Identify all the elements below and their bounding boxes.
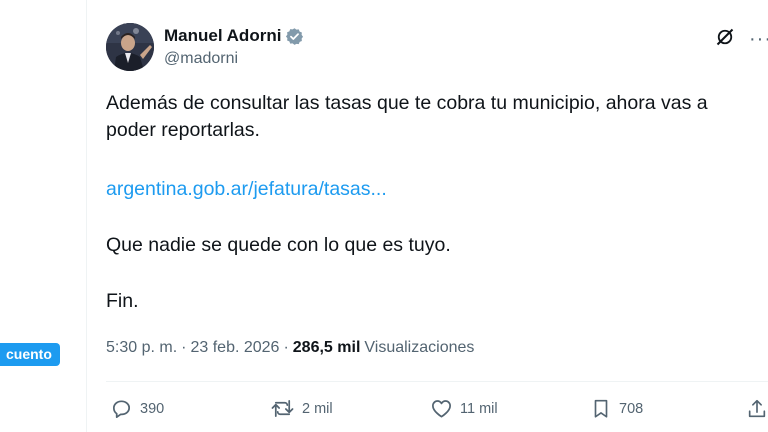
meta-separator: · xyxy=(283,339,289,356)
author-name-row: Manuel Adorni xyxy=(164,26,304,46)
bookmark-button[interactable]: 708 xyxy=(590,397,643,420)
bookmark-count: 708 xyxy=(619,400,644,417)
more-icon[interactable]: ··· xyxy=(749,28,768,51)
tweet-header-actions: ··· xyxy=(715,27,768,52)
like-icon xyxy=(432,400,451,418)
reply-count: 390 xyxy=(140,400,165,417)
tweet-date[interactable]: 23 feb. 2026 xyxy=(190,339,279,357)
share-button[interactable] xyxy=(746,397,768,420)
like-button[interactable]: 11 mil xyxy=(430,397,498,420)
repost-count: 2 mil xyxy=(302,400,333,417)
tweet-time[interactable]: 5:30 p. m. xyxy=(106,339,177,357)
timeline-divider xyxy=(86,0,87,432)
tweet-text-line: Además de consultar las tasas que te cob… xyxy=(106,92,708,141)
share-icon xyxy=(748,399,766,418)
author-name[interactable]: Manuel Adorni xyxy=(164,26,281,46)
tweet-text-line: Fin. xyxy=(106,290,139,312)
tweet-actions: 390 2 mil 11 mil 708 xyxy=(106,397,768,425)
avatar-photo xyxy=(106,23,154,71)
tweet-meta: 5:30 p. m. · 23 feb. 2026 · 286,5 mil Vi… xyxy=(106,339,474,357)
actions-divider xyxy=(106,381,768,382)
reply-icon xyxy=(112,400,131,418)
tweet-link[interactable]: argentina.gob.ar/jefatura/tasas... xyxy=(106,176,387,203)
verified-badge-icon[interactable] xyxy=(285,27,304,46)
tweet-text-line: Que nadie se quede con lo que es tuyo. xyxy=(106,234,451,256)
views-label: Visualizaciones xyxy=(364,339,475,356)
grok-icon[interactable] xyxy=(715,27,735,52)
like-count: 11 mil xyxy=(460,400,498,417)
avatar[interactable] xyxy=(106,23,154,71)
bookmark-icon xyxy=(594,399,608,418)
reply-button[interactable]: 390 xyxy=(110,397,164,420)
views-count: 286,5 mil xyxy=(292,339,361,356)
repost-icon xyxy=(271,399,294,418)
meta-separator: · xyxy=(181,339,187,356)
author-handle[interactable]: @madorni xyxy=(164,50,238,68)
repost-button[interactable]: 2 mil xyxy=(270,397,333,420)
sidebar-badge[interactable]: cuento xyxy=(0,343,60,366)
